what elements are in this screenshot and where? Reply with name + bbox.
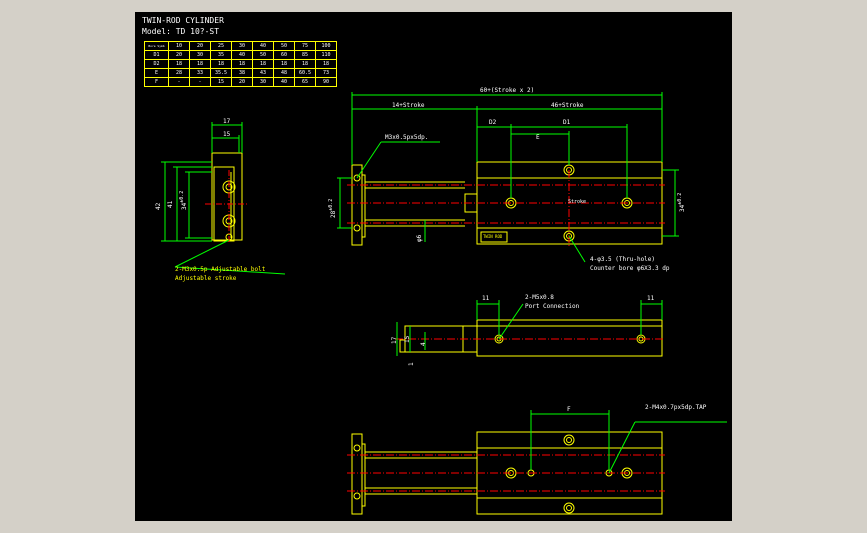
spec-value-cell: 18 (315, 59, 337, 69)
spec-value-cell: 35 (210, 50, 232, 60)
callout-m3-tap: M3x0.5px5dp. (385, 134, 429, 141)
spec-value-cell: 90 (315, 77, 337, 87)
drawing-model: Model: TD 10?-ST (142, 27, 220, 36)
spec-value-cell: 40 (273, 77, 295, 87)
spec-bore-cell: 50 (273, 41, 295, 51)
spec-value-cell: 60 (273, 50, 295, 60)
callout-adjustable-stroke: Adjustable stroke (175, 275, 237, 282)
spec-value-cell: 18 (252, 59, 274, 69)
spec-value-cell: - (189, 77, 211, 87)
spec-value-cell: 48 (273, 68, 295, 78)
spec-value-cell: 18 (231, 59, 253, 69)
end-plate-left (351, 164, 363, 246)
dim-phi6: φ6 (416, 234, 423, 242)
spec-value-cell: 15 (210, 77, 232, 87)
spec-value-cell: 50 (252, 50, 274, 60)
spec-value-cell: 73 (315, 68, 337, 78)
spec-value-cell: 18 (189, 59, 211, 69)
side-body (476, 319, 663, 357)
spec-bore-cell: 30 (231, 41, 253, 51)
dim-h28: 28±0.2 (328, 198, 337, 218)
dim-s17: 17 (391, 336, 398, 344)
spec-header-row: Bore Symb 10 20 25 30 40 50 75 100 (144, 41, 337, 51)
spec-value-cell: 85 (294, 50, 316, 60)
callout-adjustable-bolt: 2-M3x0.5p Adjustable bolt (175, 266, 266, 273)
dim-s15: 15 (404, 335, 411, 343)
spec-bore-cell: 100 (315, 41, 337, 51)
dim-h34: 34±0.2 (179, 190, 188, 210)
spec-symbol-cell: D2 (144, 59, 169, 69)
spec-value-cell: 65 (294, 77, 316, 87)
callout-counterbore: Counter bore φ6X3.3 dp (590, 265, 670, 272)
callout-port: 2-M5x0.8 (525, 294, 554, 301)
spec-row: D1 20 30 35 40 50 60 85 110 (144, 50, 337, 60)
spec-row: D2 18 18 18 18 18 18 18 18 (144, 59, 337, 69)
dim-s4: 4 (420, 342, 427, 346)
dim-w17: 17 (223, 118, 231, 125)
spec-row: F - -15 20 30 40 65 90 (144, 77, 337, 87)
spec-value-cell: 60.5 (294, 68, 316, 78)
callout-port-connection: Port Connection (525, 303, 580, 310)
spec-table: Bore Symb 10 20 25 30 40 50 75 100 D1 20 30 35 40 50 60… (144, 41, 337, 87)
spec-value-cell: 40 (231, 50, 253, 60)
dim-f: F (567, 406, 571, 413)
cad-viewport[interactable]: TWIN-ROD CYLINDER Model: TD 10?-ST Bore … (135, 12, 732, 521)
spec-symbol-cell: F (144, 77, 169, 87)
dim-stroke46: 46+Stroke (551, 102, 584, 109)
spec-value-cell: 30 (252, 77, 274, 87)
spec-value-cell: 28 (168, 68, 190, 78)
spec-symbol-cell: E (144, 68, 169, 78)
spec-value-cell: 20 (231, 77, 253, 87)
spec-value-cell: 43 (252, 68, 274, 78)
dim-e: E (536, 134, 540, 141)
drawing-title: TWIN-ROD CYLINDER (142, 16, 224, 25)
spec-bore-cell: 25 (210, 41, 232, 51)
dim-h41: 41 (167, 200, 174, 208)
spec-bore-cell: 20 (189, 41, 211, 51)
nameplate-text: TWIN ROD (483, 234, 503, 239)
dim-s11-right: 11 (647, 295, 655, 302)
dim-s11-left: 11 (482, 295, 490, 302)
spec-value-cell: 110 (315, 50, 337, 60)
side-view (399, 319, 663, 357)
dim-stroke14: 14+Stroke (392, 102, 425, 109)
spec-bore-cell: 10 (168, 41, 190, 51)
end-view (211, 152, 243, 242)
spec-value-cell: 18 (273, 59, 295, 69)
spec-corner-cell: Bore Symb (144, 41, 169, 51)
callout-m4-tap: 2-M4x0.7px5dp.TAP (645, 404, 707, 411)
spec-value-cell: 18 (168, 59, 190, 69)
dim-h34-right: 34±0.2 (677, 192, 686, 212)
spec-bore-cell: 40 (252, 41, 274, 51)
stroke-label: Stroke (568, 199, 587, 205)
spec-symbol-cell: D1 (144, 50, 169, 60)
spec-row: E 28 33 35.5 38 43 48 60.5 73 (144, 68, 337, 78)
dim-h42: 42 (155, 202, 162, 210)
dim-d1: D1 (563, 119, 571, 126)
spec-value-cell: 33 (189, 68, 211, 78)
dim-w15: 15 (223, 131, 231, 138)
spec-value-cell: 30 (189, 50, 211, 60)
spec-bore-cell: 75 (294, 41, 316, 51)
dim-total: 60+(Stroke x 2) (480, 87, 535, 94)
spec-value-cell: 18 (210, 59, 232, 69)
spec-value-cell: 38 (231, 68, 253, 78)
spec-value-cell: 35.5 (210, 68, 232, 78)
dim-d2: D2 (489, 119, 497, 126)
spec-value-cell: 18 (294, 59, 316, 69)
spec-value-cell: 20 (168, 50, 190, 60)
callout-thru-hole: 4-φ3.5 (Thru-hole) (590, 256, 656, 263)
dim-s1: 1 (408, 362, 415, 366)
spec-value-cell: - (168, 77, 190, 87)
